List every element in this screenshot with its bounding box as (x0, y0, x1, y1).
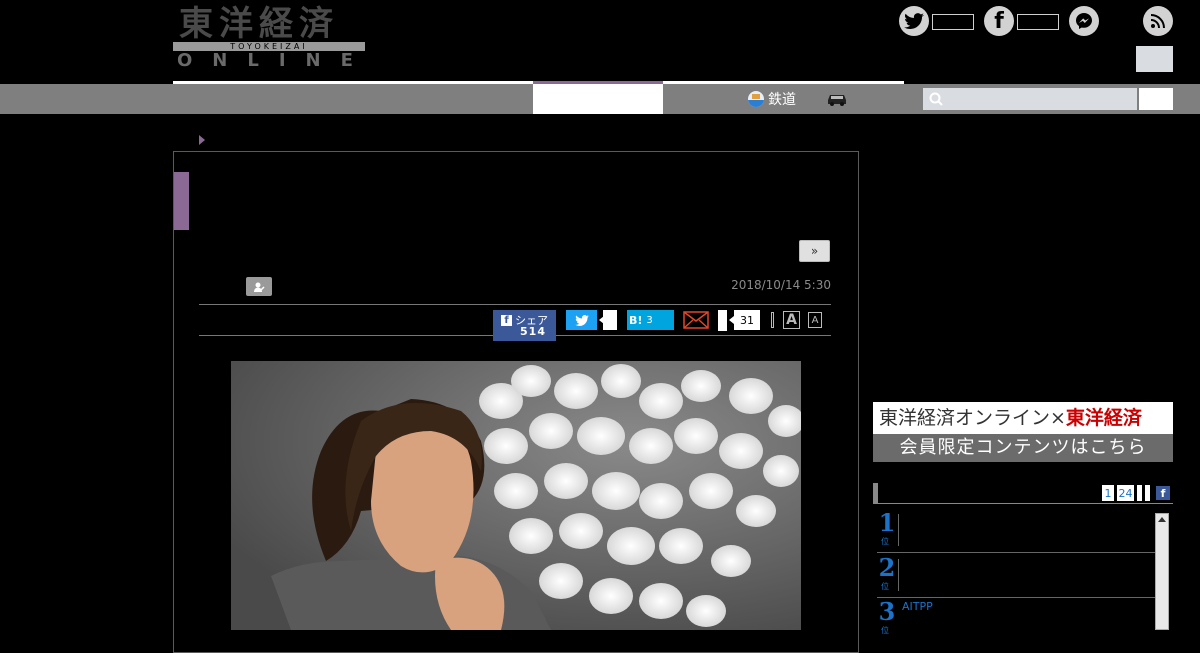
mail-share-button[interactable] (683, 311, 709, 329)
category-marker (174, 172, 189, 230)
font-size-small-button[interactable]: A (808, 312, 822, 328)
ranking-header: 1 24 f (873, 483, 1173, 504)
nav-item-label: 鉄道 (768, 92, 796, 108)
twitter-share-button[interactable] (566, 310, 597, 330)
facebook-like-count (1017, 14, 1059, 30)
hatena-bookmark-button[interactable]: B! 3 (627, 310, 674, 330)
ranking-item[interactable]: 3 位 AITPP (877, 597, 1155, 641)
search-icon (929, 92, 943, 106)
comment-button[interactable] (718, 310, 727, 331)
logo-kanji: 東洋経済 (179, 4, 339, 44)
rank-suffix-icon: 位 (881, 582, 889, 591)
mail-icon (683, 311, 709, 329)
twitter-icon (574, 314, 589, 326)
twitter-follow-count (932, 14, 974, 30)
search-button[interactable] (1139, 88, 1173, 110)
ranking-tab-1h[interactable]: 1 (1102, 485, 1114, 501)
rank-divider (898, 559, 899, 591)
scroll-up-icon[interactable] (1158, 517, 1166, 522)
ranking-tab-3[interactable] (1137, 485, 1142, 501)
search-input[interactable] (923, 88, 1137, 110)
nav-item-active[interactable] (533, 84, 663, 114)
hatena-count: 3 (646, 314, 653, 326)
breadcrumb-arrow-icon (199, 135, 205, 145)
ranking-scrollbar[interactable] (1155, 513, 1169, 630)
ranking-item[interactable]: 2 位 (877, 553, 1155, 598)
article-photo (231, 361, 801, 630)
ranking-item[interactable]: 1 位 (877, 508, 1155, 553)
rank-divider (898, 514, 899, 546)
font-size-large-button[interactable]: A (783, 311, 800, 329)
author-icon[interactable] (246, 277, 272, 296)
rank-suffix-icon: 位 (881, 626, 889, 635)
car-icon (828, 95, 846, 106)
next-page-button[interactable]: » (799, 240, 830, 262)
banner-headline-text: 東洋経済オンライン× (879, 407, 1066, 429)
login-button[interactable] (1136, 46, 1173, 72)
twitter-icon[interactable] (899, 6, 929, 36)
site-logo[interactable]: 東洋経済 TOYOKEIZAI ONLINE (173, 4, 365, 71)
share-divider-top (199, 304, 831, 305)
ranking-tab-24h[interactable]: 24 (1117, 485, 1134, 501)
comment-count: 31 (734, 310, 760, 330)
facebook-share-button[interactable]: f シェア 514 (493, 310, 556, 341)
logo-online: ONLINE (177, 50, 373, 71)
train-icon (748, 91, 764, 107)
ranking-header-marker (873, 483, 878, 503)
facebook-icon: f (501, 315, 512, 326)
facebook-icon[interactable]: f (1156, 486, 1170, 500)
nav-item-car[interactable] (826, 91, 848, 110)
member-banner[interactable]: 東洋経済オンライン×東洋経済 会員限定コンテンツはこちら (873, 402, 1173, 462)
facebook-share-count: 514 (520, 325, 546, 338)
rank-number: 3 (878, 597, 896, 626)
ranking-tab-4[interactable] (1145, 485, 1150, 501)
banner-cta: 会員限定コンテンツはこちら (873, 434, 1173, 462)
print-button[interactable] (771, 312, 774, 328)
banner-magazine-name: 東洋経済 (1065, 407, 1142, 429)
twitter-share-count (603, 310, 617, 330)
messenger-icon[interactable] (1069, 6, 1099, 36)
rank-number: 2 (878, 553, 896, 582)
facebook-icon[interactable]: f (984, 6, 1014, 36)
hatena-label: B! (629, 313, 643, 327)
rank-suffix-icon: 位 (881, 537, 889, 546)
rss-icon[interactable] (1143, 6, 1173, 36)
publish-date: 2018/10/14 5:30 (731, 278, 831, 292)
banner-headline: 東洋経済オンライン×東洋経済 (873, 402, 1173, 434)
rank-number: 1 (878, 508, 896, 537)
rank-title: AITPP (902, 600, 933, 613)
nav-item-railway[interactable]: 鉄道 (748, 89, 796, 109)
